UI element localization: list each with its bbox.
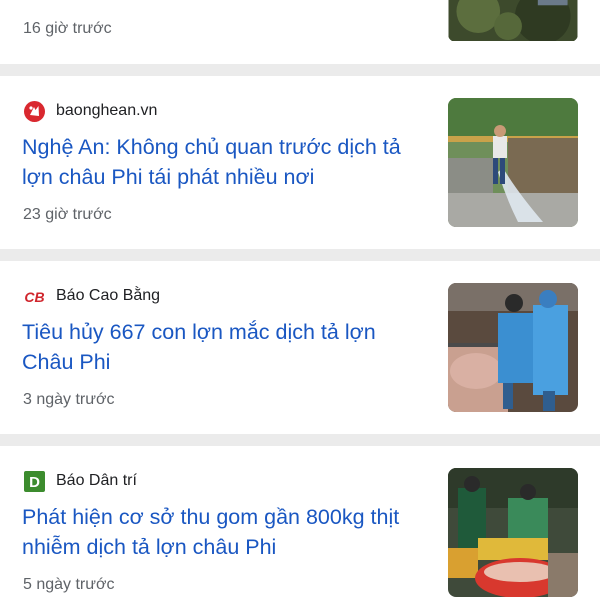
news-card[interactable]: CB Báo Cao Bằng Tiêu hủy 667 con lợn mắc… bbox=[0, 261, 600, 434]
worker-spraying-pen-photo bbox=[448, 98, 578, 227]
article-source: D Báo Dân trí bbox=[24, 470, 137, 492]
article-time: 23 giờ trước bbox=[23, 206, 112, 223]
news-card[interactable]: D Báo Dân trí Phát hiện cơ sở thu gom gầ… bbox=[0, 446, 600, 600]
article-thumbnail[interactable] bbox=[448, 98, 578, 227]
article-thumbnail[interactable] bbox=[448, 468, 578, 597]
cao-bang-logo-icon: CB bbox=[24, 286, 45, 307]
source-name: Báo Dân trí bbox=[56, 472, 137, 489]
article-title[interactable]: Tiêu hủy 667 con lợn mắc dịch tả lợn Châ… bbox=[22, 317, 432, 377]
baonghean-logo-icon bbox=[24, 100, 45, 122]
svg-text:CB: CB bbox=[24, 289, 44, 305]
cropped-photo-thumbnail bbox=[448, 0, 578, 41]
article-thumbnail[interactable] bbox=[448, 0, 578, 42]
article-time: 5 ngày trước bbox=[23, 576, 115, 593]
source-name: Báo Cao Bằng bbox=[56, 287, 161, 304]
news-card[interactable]: 16 giờ trước bbox=[0, 0, 600, 64]
article-source: baonghean.vn bbox=[24, 100, 157, 122]
svg-text:D: D bbox=[29, 474, 40, 491]
dan-tri-logo-icon: D bbox=[24, 470, 45, 492]
workers-culling-pigs-photo bbox=[448, 283, 578, 412]
article-time: 16 giờ trước bbox=[23, 20, 112, 37]
source-name: baonghean.vn bbox=[56, 102, 158, 119]
news-card[interactable]: baonghean.vn Nghệ An: Không chủ quan trư… bbox=[0, 76, 600, 249]
article-source: CB Báo Cao Bằng bbox=[24, 285, 160, 307]
article-thumbnail[interactable] bbox=[448, 283, 578, 412]
article-title[interactable]: Phát hiện cơ sở thu gom gần 800kg thịt n… bbox=[22, 502, 432, 562]
article-time: 3 ngày trước bbox=[23, 391, 115, 408]
article-title[interactable]: Nghệ An: Không chủ quan trước dịch tả lợ… bbox=[22, 132, 432, 192]
seized-meat-baskets-photo bbox=[448, 468, 578, 597]
